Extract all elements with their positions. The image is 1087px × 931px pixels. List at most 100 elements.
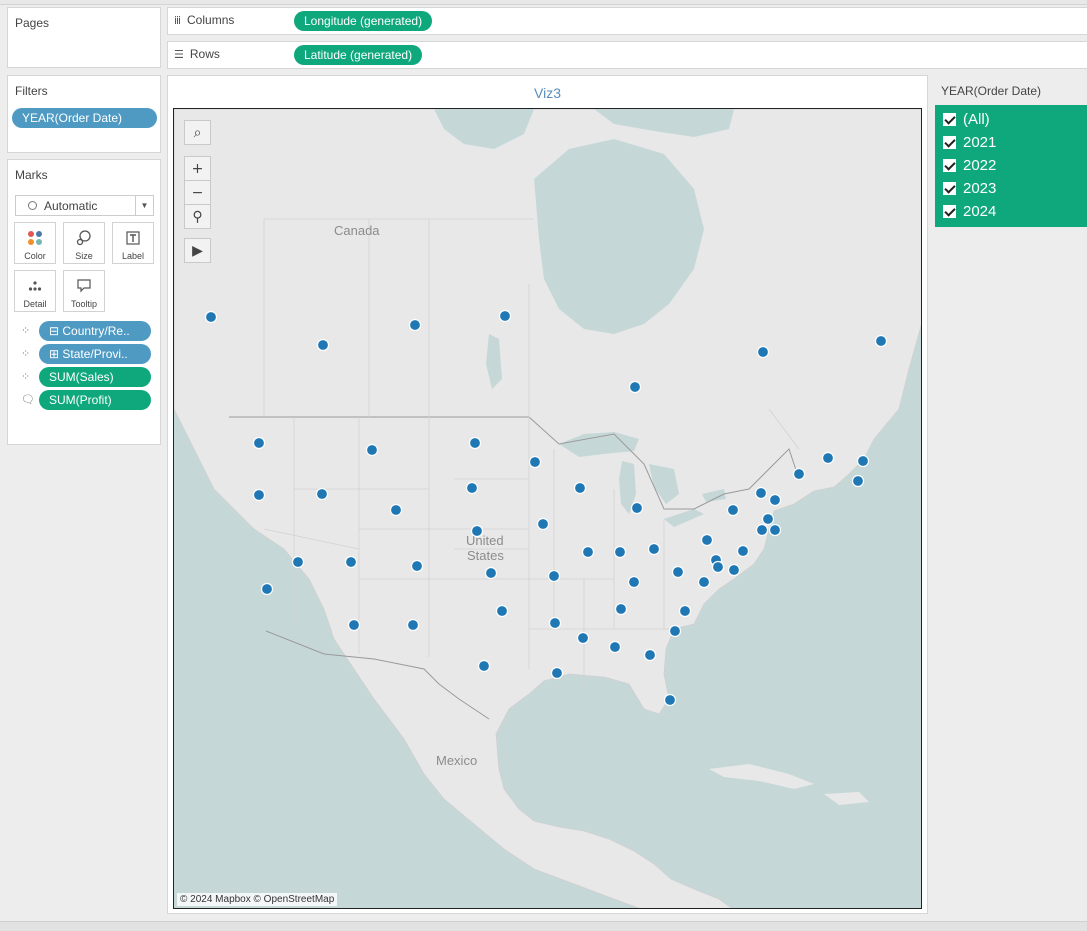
state-mark[interactable] bbox=[671, 565, 685, 579]
state-mark[interactable] bbox=[468, 436, 482, 450]
filter-pill-year[interactable]: YEAR(Order Date) bbox=[12, 108, 157, 128]
pages-card[interactable]: Pages bbox=[7, 7, 161, 68]
state-mark[interactable] bbox=[547, 569, 561, 583]
search-icon[interactable]: ⌕ bbox=[184, 120, 211, 145]
state-mark[interactable] bbox=[536, 517, 550, 531]
state-mark[interactable] bbox=[573, 481, 587, 495]
state-mark[interactable] bbox=[389, 503, 403, 517]
state-mark[interactable] bbox=[761, 512, 775, 526]
state-mark[interactable] bbox=[768, 493, 782, 507]
state-mark[interactable] bbox=[736, 544, 750, 558]
state-mark[interactable] bbox=[614, 602, 628, 616]
filter-option-2022[interactable]: 2022 bbox=[943, 155, 996, 175]
state-mark[interactable] bbox=[315, 487, 329, 501]
state-mark[interactable] bbox=[697, 575, 711, 589]
state-mark[interactable] bbox=[495, 604, 509, 618]
state-mark[interactable] bbox=[365, 443, 379, 457]
state-mark[interactable] bbox=[406, 618, 420, 632]
state-mark[interactable] bbox=[874, 334, 888, 348]
state-mark[interactable] bbox=[727, 563, 741, 577]
state-mark[interactable] bbox=[608, 640, 622, 654]
state-mark[interactable] bbox=[581, 545, 595, 559]
checkbox-checked-icon[interactable] bbox=[943, 158, 956, 172]
filters-card[interactable]: Filters YEAR(Order Date) bbox=[7, 75, 161, 153]
marks-title: Marks bbox=[15, 168, 48, 182]
color-button[interactable]: Color bbox=[14, 222, 56, 264]
map-attribution[interactable]: © 2024 Mapbox © OpenStreetMap bbox=[177, 893, 338, 906]
state-mark[interactable] bbox=[204, 310, 218, 324]
state-mark[interactable] bbox=[726, 503, 740, 517]
filter-option-2023[interactable]: 2023 bbox=[943, 178, 996, 198]
state-mark[interactable] bbox=[700, 533, 714, 547]
state-mark[interactable] bbox=[550, 666, 564, 680]
state-mark[interactable] bbox=[678, 604, 692, 618]
state-mark[interactable] bbox=[627, 575, 641, 589]
size-button[interactable]: Size bbox=[63, 222, 105, 264]
state-mark[interactable] bbox=[316, 338, 330, 352]
field-pill-profit[interactable]: SUM(Profit) bbox=[39, 390, 151, 410]
state-mark[interactable] bbox=[613, 545, 627, 559]
state-mark[interactable] bbox=[856, 454, 870, 468]
mark-type-dropdown[interactable]: Automatic ▼ bbox=[15, 195, 154, 216]
filter-option-2024[interactable]: 2024 bbox=[943, 201, 996, 221]
state-mark[interactable] bbox=[821, 451, 835, 465]
year-filter-card: (All) 2021 2022 2023 2024 bbox=[935, 105, 1087, 227]
state-mark[interactable] bbox=[410, 559, 424, 573]
state-mark[interactable] bbox=[647, 542, 661, 556]
state-mark[interactable] bbox=[756, 345, 770, 359]
state-mark[interactable] bbox=[851, 474, 865, 488]
state-mark[interactable] bbox=[711, 560, 725, 574]
state-mark[interactable] bbox=[668, 624, 682, 638]
detail-button[interactable]: Detail bbox=[14, 270, 56, 312]
state-mark[interactable] bbox=[548, 616, 562, 630]
rows-shelf[interactable]: ☰ Rows Latitude (generated) bbox=[167, 41, 1087, 69]
state-mark[interactable] bbox=[260, 582, 274, 596]
state-mark[interactable] bbox=[252, 436, 266, 450]
state-mark[interactable] bbox=[470, 524, 484, 538]
state-mark[interactable] bbox=[643, 648, 657, 662]
map-canvas[interactable]: Canada United States Mexico bbox=[174, 109, 922, 909]
checkbox-checked-icon[interactable] bbox=[943, 181, 956, 195]
state-mark[interactable] bbox=[528, 455, 542, 469]
state-mark[interactable] bbox=[465, 481, 479, 495]
columns-label-text: Columns bbox=[187, 13, 235, 27]
state-mark[interactable] bbox=[344, 555, 358, 569]
field-pill-sales[interactable]: SUM(Sales) bbox=[39, 367, 151, 387]
rows-pill-latitude[interactable]: Latitude (generated) bbox=[294, 45, 423, 65]
label-button[interactable]: Label bbox=[112, 222, 154, 264]
columns-pill-longitude[interactable]: Longitude (generated) bbox=[294, 11, 433, 31]
checkbox-checked-icon[interactable] bbox=[943, 204, 956, 218]
tooltip-button[interactable]: Tooltip bbox=[63, 270, 105, 312]
state-mark[interactable] bbox=[347, 618, 361, 632]
state-mark[interactable] bbox=[498, 309, 512, 323]
checkbox-checked-icon[interactable] bbox=[943, 135, 956, 149]
checkbox-checked-icon[interactable] bbox=[943, 112, 956, 126]
map-view[interactable]: Canada United States Mexico ⌕ + − ⚲ ▶ © … bbox=[173, 108, 922, 909]
state-mark[interactable] bbox=[663, 693, 677, 707]
columns-shelf[interactable]: ⅲ Columns Longitude (generated) bbox=[167, 7, 1087, 35]
state-mark[interactable] bbox=[477, 659, 491, 673]
state-mark[interactable] bbox=[252, 488, 266, 502]
state-mark[interactable] bbox=[628, 380, 642, 394]
field-pill-country[interactable]: ⊟ Country/Re.. bbox=[39, 321, 151, 341]
zoom-in-icon[interactable]: + bbox=[184, 156, 211, 181]
zoom-out-icon[interactable]: − bbox=[184, 180, 211, 205]
state-mark[interactable] bbox=[755, 523, 769, 537]
filter-option-label: 2024 bbox=[963, 202, 997, 220]
state-mark[interactable] bbox=[768, 523, 782, 537]
filter-option-all[interactable]: (All) bbox=[943, 109, 990, 129]
state-mark[interactable] bbox=[408, 318, 422, 332]
state-mark[interactable] bbox=[291, 555, 305, 569]
state-mark[interactable] bbox=[576, 631, 590, 645]
legend-title: YEAR(Order Date) bbox=[941, 84, 1042, 98]
field-pill-state[interactable]: ⊞ State/Provi.. bbox=[39, 344, 151, 364]
dropdown-arrow-icon[interactable]: ▼ bbox=[135, 196, 153, 215]
state-mark[interactable] bbox=[754, 486, 768, 500]
filter-option-2021[interactable]: 2021 bbox=[943, 132, 996, 152]
pin-icon[interactable]: ⚲ bbox=[184, 204, 211, 229]
mark-type-label: Automatic bbox=[44, 198, 98, 213]
expand-arrow-icon[interactable]: ▶ bbox=[184, 238, 211, 263]
state-mark[interactable] bbox=[484, 566, 498, 580]
state-mark[interactable] bbox=[792, 467, 806, 481]
state-mark[interactable] bbox=[630, 501, 644, 515]
